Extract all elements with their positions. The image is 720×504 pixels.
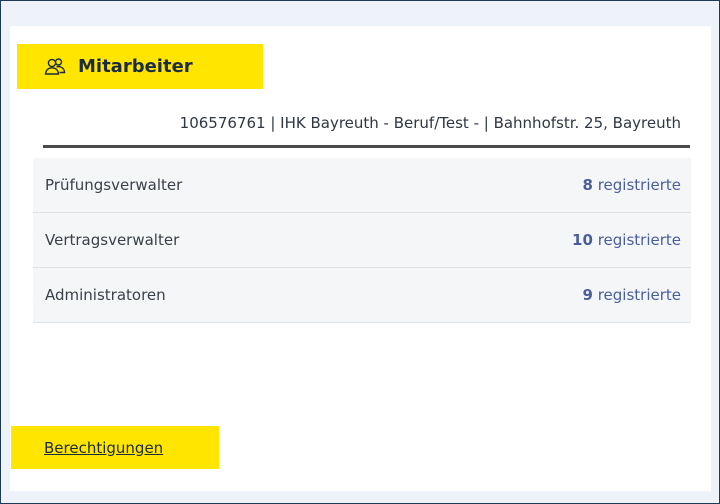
count-suffix: registrierte — [597, 231, 681, 249]
role-label: Vertragsverwalter — [45, 231, 180, 249]
permissions-link[interactable]: Berechtigungen — [44, 439, 163, 457]
role-label: Administratoren — [45, 286, 166, 304]
card-title: Mitarbeiter — [78, 56, 193, 77]
card-header: Mitarbeiter — [17, 44, 263, 89]
permissions-highlight: Berechtigungen — [11, 426, 219, 469]
registered-count[interactable]: 9 registrierte — [582, 286, 681, 304]
screenshot-frame: Mitarbeiter 106576761 | IHK Bayreuth - B… — [0, 0, 720, 504]
count-number: 8 — [582, 176, 593, 194]
count-suffix: registrierte — [597, 286, 681, 304]
count-number: 9 — [582, 286, 593, 304]
users-icon — [44, 57, 66, 77]
role-row-administratoren[interactable]: Administratoren 9 registrierte — [33, 268, 691, 323]
role-row-vertragsverwalter[interactable]: Vertragsverwalter 10 registrierte — [33, 213, 691, 268]
employees-card: Mitarbeiter 106576761 | IHK Bayreuth - B… — [10, 26, 711, 491]
registered-count[interactable]: 10 registrierte — [572, 231, 681, 249]
count-suffix: registrierte — [597, 176, 681, 194]
header-divider — [43, 145, 690, 148]
role-row-pruefungsverwalter[interactable]: Prüfungsverwalter 8 registrierte — [33, 158, 691, 213]
registered-count[interactable]: 8 registrierte — [582, 176, 681, 194]
role-label: Prüfungsverwalter — [45, 176, 183, 194]
organization-info: 106576761 | IHK Bayreuth - Beruf/Test - … — [179, 114, 681, 132]
count-number: 10 — [572, 231, 593, 249]
role-list: Prüfungsverwalter 8 registrierte Vertrag… — [33, 158, 691, 323]
